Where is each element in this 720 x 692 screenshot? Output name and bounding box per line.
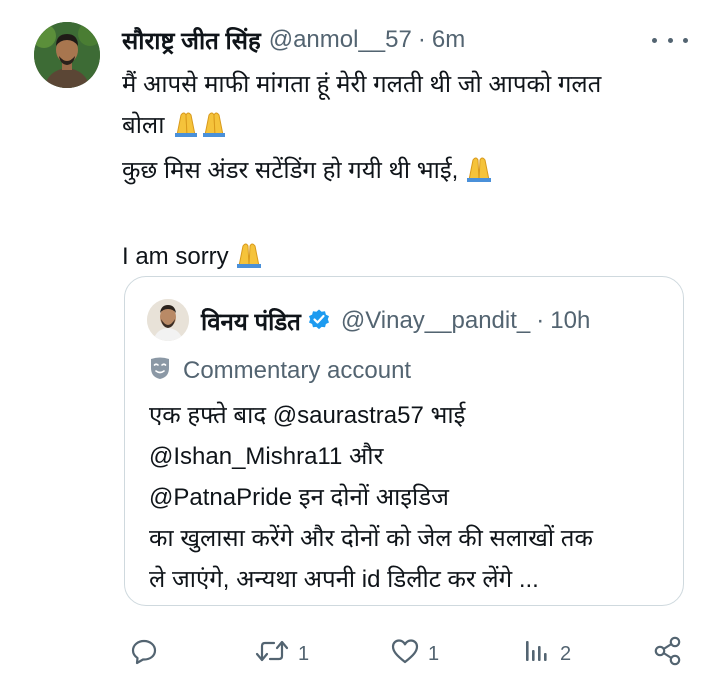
reply-icon xyxy=(130,637,158,671)
quoted-handle[interactable]: @Vinay__pandit_ xyxy=(341,307,530,335)
tweet-line: बोला xyxy=(122,105,702,150)
share-button[interactable] xyxy=(652,630,684,678)
heart-icon xyxy=(390,637,420,671)
like-button[interactable]: 1 xyxy=(390,630,439,678)
tweet-line: I am sorry xyxy=(122,236,702,281)
tweet-line: मैं आपसे माफी मांगता हूं मेरी गलती थी जो… xyxy=(122,71,602,98)
more-horizontal-icon[interactable] xyxy=(652,30,688,50)
quoted-text: एक हफ्ते बाद @saurastra57 भाई @Ishan_Mis… xyxy=(149,395,669,600)
verified-badge-icon xyxy=(307,307,331,336)
separator: · xyxy=(417,26,426,53)
quoted-line: ले जाएंगे, अन्यथा अपनी id डिलीट कर लेंगे… xyxy=(149,566,539,593)
tweet-line: कुछ मिस अंडर सटेंडिंग हो गयी थी भाई, xyxy=(122,150,702,195)
commentary-label-text: Commentary account xyxy=(183,357,412,384)
quoted-tweet[interactable]: विनय पंडित @Vinay__pandit_ · 10h Comment… xyxy=(124,276,684,606)
retweet-button[interactable]: 1 xyxy=(254,630,309,678)
reply-button[interactable] xyxy=(130,630,166,678)
quoted-line: का खुलासा करेंगे और दोनों को जेल की सलाख… xyxy=(149,525,593,552)
quoted-timestamp[interactable]: 10h xyxy=(550,307,590,335)
folded-hands-icon xyxy=(465,154,493,195)
timestamp[interactable]: 6m xyxy=(432,26,465,54)
views-button[interactable]: 2 xyxy=(522,630,571,678)
quoted-line: @Ishan_Mishra11 और xyxy=(149,443,384,470)
quoted-header: विनय पंडित @Vinay__pandit_ · 10h xyxy=(201,303,590,339)
handle[interactable]: @anmol__57 xyxy=(269,26,412,54)
folded-hands-icon xyxy=(171,109,227,150)
commentary-label: Commentary account xyxy=(149,355,411,387)
quoted-avatar[interactable] xyxy=(147,299,189,341)
share-icon xyxy=(652,635,684,673)
retweet-count: 1 xyxy=(298,642,310,665)
views-count: 2 xyxy=(560,642,572,665)
quoted-line: @PatnaPride इन दोनों आइडिज xyxy=(149,484,449,511)
tweet-header: सौराष्ट्र जीत सिंह @anmol__57 · 6m xyxy=(122,22,465,58)
quoted-display-name[interactable]: विनय पंडित xyxy=(201,305,301,338)
action-bar: 1 1 2 xyxy=(0,630,720,678)
tweet-text: मैं आपसे माफी मांगता हूं मेरी गलती थी जो… xyxy=(122,64,702,281)
display-name[interactable]: सौराष्ट्र जीत सिंह xyxy=(122,24,261,57)
separator: · xyxy=(536,307,545,334)
retweet-icon xyxy=(254,637,290,671)
analytics-icon xyxy=(522,637,552,671)
folded-hands-icon xyxy=(235,240,263,281)
like-count: 1 xyxy=(428,642,440,665)
quoted-line: एक हफ्ते बाद @saurastra57 भाई xyxy=(149,402,466,429)
avatar[interactable] xyxy=(34,22,100,88)
theater-mask-icon xyxy=(149,356,171,387)
tweet: सौराष्ट्र जीत सिंह @anmol__57 · 6m मैं आ… xyxy=(0,0,720,692)
